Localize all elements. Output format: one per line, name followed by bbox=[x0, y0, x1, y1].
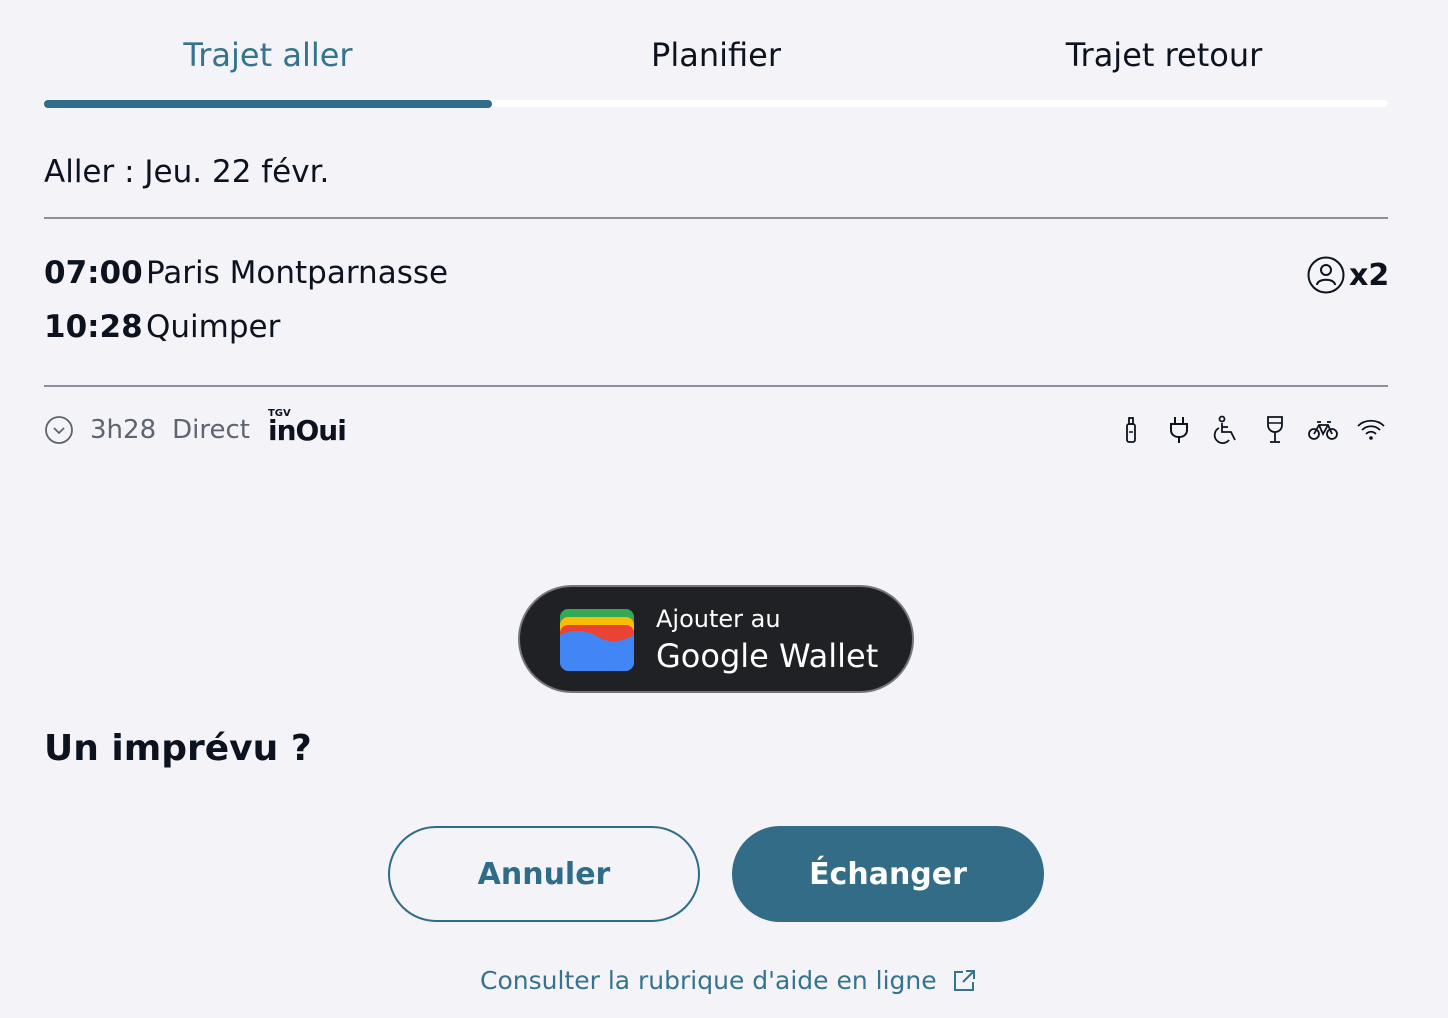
trip-duration: 3h28 bbox=[90, 415, 157, 445]
add-to-google-wallet-button[interactable]: Ajouter au Google Wallet bbox=[518, 585, 914, 693]
departure-station: Paris Montparnasse bbox=[146, 255, 449, 291]
arrival-station: Quimper bbox=[146, 309, 281, 345]
train-brand-logo: TGV inOui bbox=[268, 408, 347, 447]
external-link-icon bbox=[953, 969, 975, 991]
tab-planifier[interactable]: Planifier bbox=[492, 36, 940, 74]
divider bbox=[44, 217, 1388, 219]
wallet-line-2: Google Wallet bbox=[656, 637, 879, 675]
wheelchair-icon bbox=[1212, 410, 1242, 450]
wifi-icon bbox=[1356, 410, 1386, 450]
help-link-label: Consulter la rubrique d'aide en ligne bbox=[480, 966, 937, 995]
trip-tabs: Trajet aller Planifier Trajet retour bbox=[44, 0, 1388, 108]
passenger-count: x2 bbox=[1307, 256, 1389, 294]
cancel-button[interactable]: Annuler bbox=[388, 826, 700, 922]
tab-trajet-aller[interactable]: Trajet aller bbox=[44, 36, 492, 74]
passenger-icon bbox=[1307, 256, 1345, 294]
wine-glass-icon bbox=[1260, 410, 1290, 450]
exchange-button[interactable]: Échanger bbox=[732, 826, 1044, 922]
clock-icon bbox=[45, 416, 73, 444]
section-title-unexpected: Un imprévu ? bbox=[44, 728, 312, 769]
trip-type: Direct bbox=[172, 415, 250, 445]
google-wallet-icon bbox=[560, 609, 634, 671]
active-tab-indicator bbox=[44, 100, 492, 108]
bicycle-icon bbox=[1308, 410, 1338, 450]
passenger-count-label: x2 bbox=[1349, 257, 1390, 293]
departure-time: 07:00 bbox=[44, 255, 143, 291]
divider bbox=[44, 385, 1388, 387]
bottle-icon bbox=[1116, 410, 1146, 450]
plug-icon bbox=[1164, 410, 1194, 450]
help-link[interactable]: Consulter la rubrique d'aide en ligne bbox=[480, 966, 977, 995]
arrival-time: 10:28 bbox=[44, 309, 143, 345]
wallet-line-1: Ajouter au bbox=[656, 605, 781, 633]
trip-info: 3h28 Direct TGV inOui bbox=[44, 408, 347, 452]
tab-trajet-retour[interactable]: Trajet retour bbox=[940, 36, 1388, 74]
amenities bbox=[1116, 410, 1386, 450]
outbound-date: Aller : Jeu. 22 févr. bbox=[44, 154, 330, 190]
brand-prefix: TGV bbox=[267, 407, 291, 419]
